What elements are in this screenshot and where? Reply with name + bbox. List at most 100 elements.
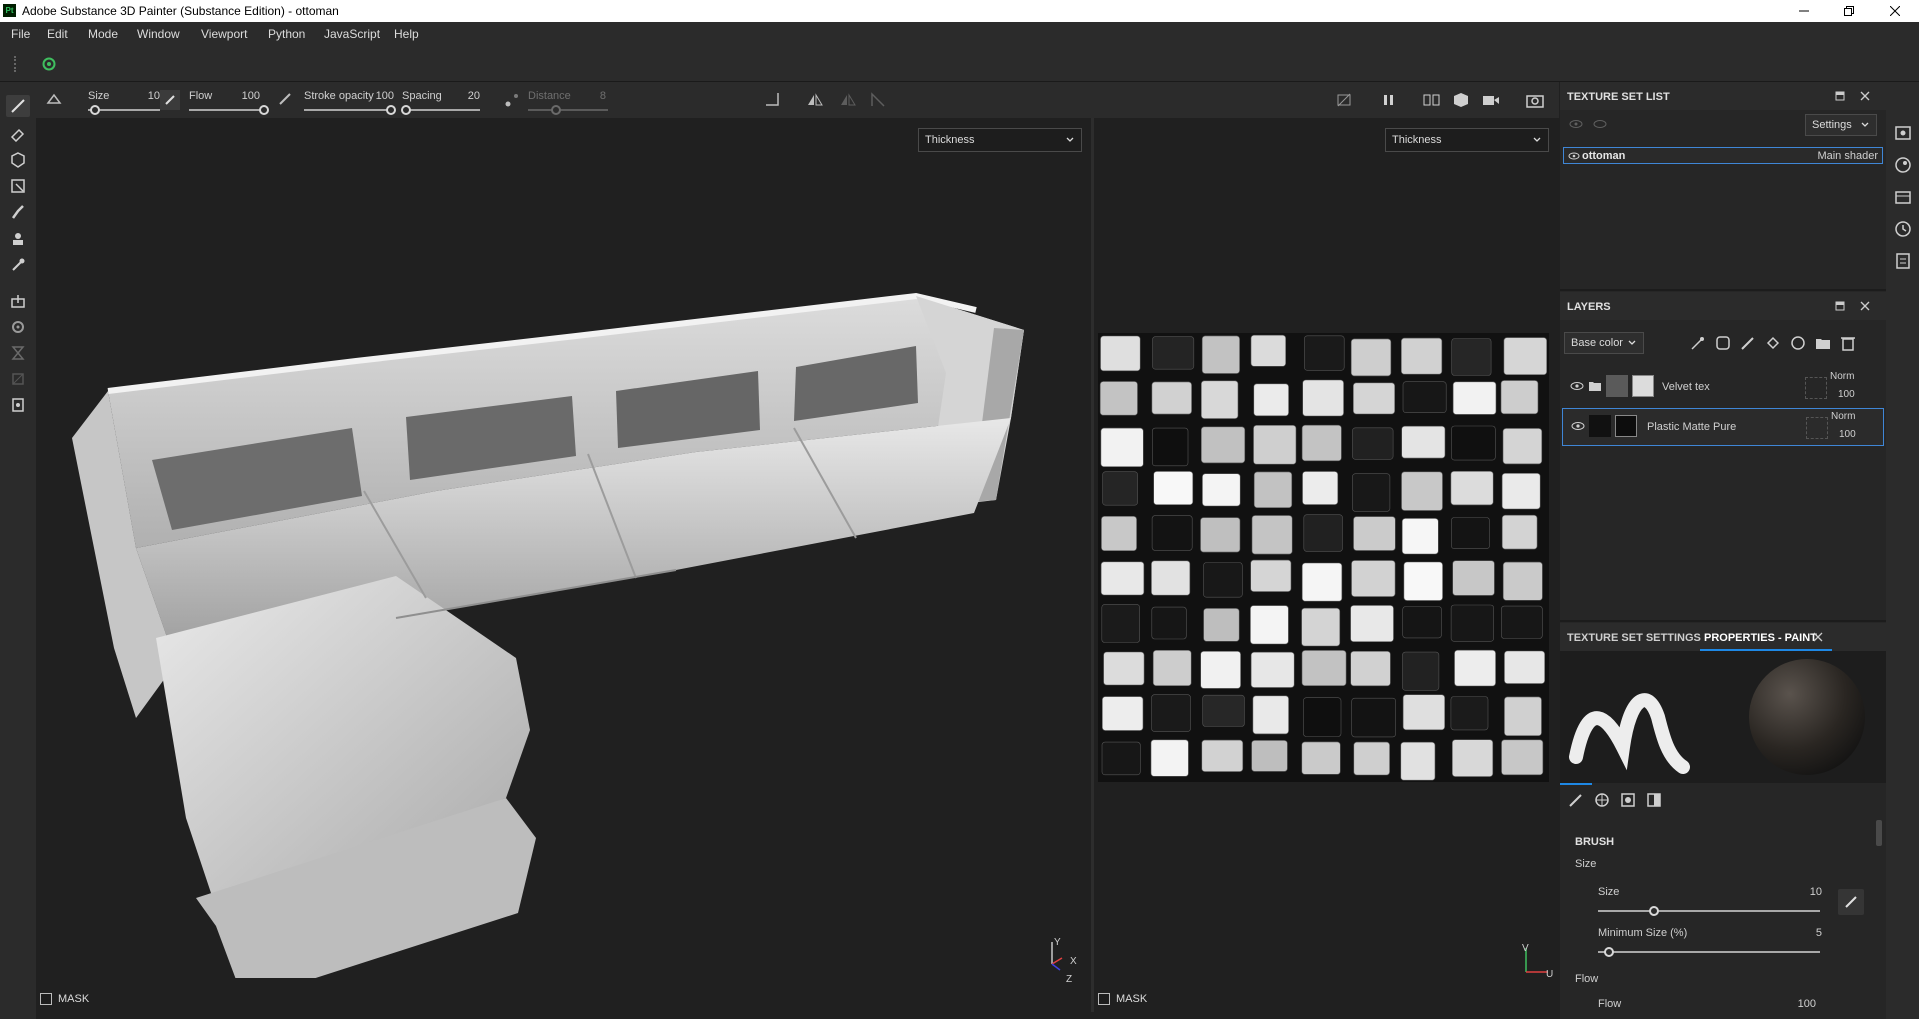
sofa-model[interactable] (36, 118, 1091, 978)
menu-file[interactable]: File (11, 27, 30, 41)
camera-button[interactable] (1482, 92, 1500, 108)
add-paint-layer-icon[interactable] (1740, 335, 1756, 351)
restore-button[interactable] (1826, 0, 1871, 22)
stroke-opacity-slider[interactable] (304, 109, 391, 111)
layer-row[interactable]: Plastic Matte Pure Norm 100 (1562, 408, 1884, 446)
size-value[interactable]: 10 (130, 90, 160, 102)
layer-blend-mode[interactable]: Norm (1830, 371, 1854, 382)
trash-icon[interactable] (1840, 335, 1856, 351)
min-size-slider[interactable] (1598, 951, 1820, 953)
spacing-slider-knob[interactable] (400, 105, 411, 115)
float-panel-button[interactable] (1833, 89, 1847, 103)
spacing-slider[interactable] (402, 109, 480, 111)
tab-properties-paint[interactable]: PROPERTIES - PAINT (1704, 632, 1817, 644)
size-slider-knob[interactable] (90, 105, 101, 115)
close-tab-button[interactable] (1811, 630, 1825, 644)
texture-set-shader[interactable]: Main shader (1817, 150, 1878, 162)
add-fill-layer-icon[interactable] (1765, 335, 1781, 351)
layer-row[interactable]: Velvet tex Norm 100 (1562, 369, 1884, 407)
layer-channel-select[interactable]: Base color (1564, 332, 1644, 354)
close-panel-button[interactable] (1858, 89, 1872, 103)
layer-name[interactable]: Velvet tex (1662, 381, 1710, 393)
timer-tool-button[interactable] (6, 342, 30, 364)
menu-edit[interactable]: Edit (47, 27, 68, 41)
brush-size-slider-knob[interactable] (1648, 906, 1659, 916)
viewport-3d[interactable]: Thickness Y X Z MASK (36, 118, 1091, 1012)
mask-checkbox-2d[interactable] (1098, 993, 1110, 1005)
menu-javascript[interactable]: JavaScript (324, 27, 380, 41)
brush-category-icon[interactable] (1568, 792, 1584, 808)
uv-texture-map[interactable] (1098, 333, 1549, 782)
eraser-tool-button[interactable] (6, 123, 30, 145)
tab-texture-set-settings[interactable]: TEXTURE SET SETTINGS (1567, 632, 1701, 644)
viewport-2d[interactable]: Thickness V U MASK (1094, 118, 1559, 1012)
menu-mode[interactable]: Mode (88, 27, 118, 41)
size-pen-pressure-button[interactable] (160, 90, 180, 110)
symmetry-options-toggle[interactable] (839, 92, 857, 108)
mask-toggle-3d[interactable]: MASK (40, 993, 89, 1005)
eye-icon[interactable] (1571, 421, 1585, 431)
color-picker-tool-button[interactable] (6, 254, 30, 276)
add-mask-icon[interactable] (1790, 335, 1806, 351)
smudge-tool-button[interactable] (6, 201, 30, 223)
brush-size-pressure-button[interactable] (1838, 889, 1864, 915)
eye-icon[interactable] (1570, 381, 1584, 391)
environment-icon[interactable] (1894, 156, 1912, 174)
pause-button[interactable] (1382, 92, 1396, 108)
eye-icon[interactable] (1568, 151, 1580, 161)
stroke-opacity-value[interactable]: 100 (364, 90, 394, 102)
material-category-icon[interactable] (1594, 792, 1610, 808)
layer-opacity[interactable]: 100 (1838, 389, 1855, 400)
alignment-button[interactable] (764, 91, 784, 109)
flow-pen-pressure-button[interactable] (278, 91, 292, 107)
distance-slider[interactable] (528, 109, 608, 111)
solo-button[interactable] (1592, 117, 1608, 131)
layer-drop-slot[interactable] (1806, 417, 1828, 439)
brush-size-value[interactable]: 10 (1792, 886, 1822, 898)
split-view-button[interactable] (1423, 92, 1441, 108)
symmetry-button[interactable] (806, 92, 824, 108)
layer-opacity[interactable]: 100 (1839, 429, 1856, 440)
texture-set-item[interactable]: ottoman Main shader (1563, 147, 1883, 164)
close-panel-button[interactable] (1858, 299, 1872, 313)
add-effect-icon[interactable] (1715, 335, 1731, 351)
stroke-opacity-slider-knob[interactable] (386, 105, 396, 115)
lazy-mouse-button[interactable] (504, 92, 520, 108)
menu-window[interactable]: Window (137, 27, 180, 41)
stencil-category-icon[interactable] (1646, 792, 1662, 808)
projection-tool-button[interactable] (6, 149, 30, 171)
float-panel-button[interactable] (1833, 299, 1847, 313)
brush-flow-value[interactable]: 100 (1786, 998, 1816, 1010)
symmetry-options-button[interactable] (46, 91, 66, 107)
distance-value[interactable]: 8 (576, 90, 606, 102)
layer-name[interactable]: Plastic Matte Pure (1647, 421, 1736, 433)
disabled-tool-button[interactable] (6, 368, 30, 390)
transform-gizmo-button[interactable] (870, 92, 888, 108)
plugin-status-button[interactable] (42, 57, 56, 71)
shelf-icon[interactable] (1894, 124, 1912, 142)
polygon-fill-tool-button[interactable] (6, 175, 30, 197)
screenshot-button[interactable] (1526, 91, 1544, 109)
min-size-value[interactable]: 5 (1792, 927, 1822, 939)
properties-scrollbar[interactable] (1876, 820, 1882, 846)
texture-set-settings-select[interactable]: Settings (1805, 114, 1877, 136)
drag-handle-icon[interactable] (14, 56, 16, 72)
flow-slider[interactable] (189, 109, 264, 111)
show-all-button[interactable] (1568, 117, 1584, 131)
minimize-button[interactable] (1781, 0, 1826, 22)
log-icon[interactable] (1894, 252, 1912, 270)
archive-icon[interactable] (1894, 188, 1912, 206)
distance-slider-knob[interactable] (551, 105, 561, 115)
magic-wand-icon[interactable] (1690, 335, 1706, 351)
brush-size-slider[interactable] (1598, 910, 1820, 912)
close-window-button[interactable] (1872, 0, 1917, 22)
layer-blend-mode[interactable]: Norm (1831, 411, 1855, 422)
clone-tool-button[interactable] (6, 228, 30, 250)
folder-icon[interactable] (1815, 335, 1831, 351)
screenshot-tool-button[interactable] (6, 394, 30, 416)
channel-select-2d[interactable]: Thickness (1385, 128, 1549, 152)
bake-tool-button[interactable] (6, 290, 30, 312)
layer-drop-slot[interactable] (1805, 377, 1827, 399)
alpha-category-icon[interactable] (1620, 792, 1636, 808)
spacing-value[interactable]: 20 (450, 90, 480, 102)
